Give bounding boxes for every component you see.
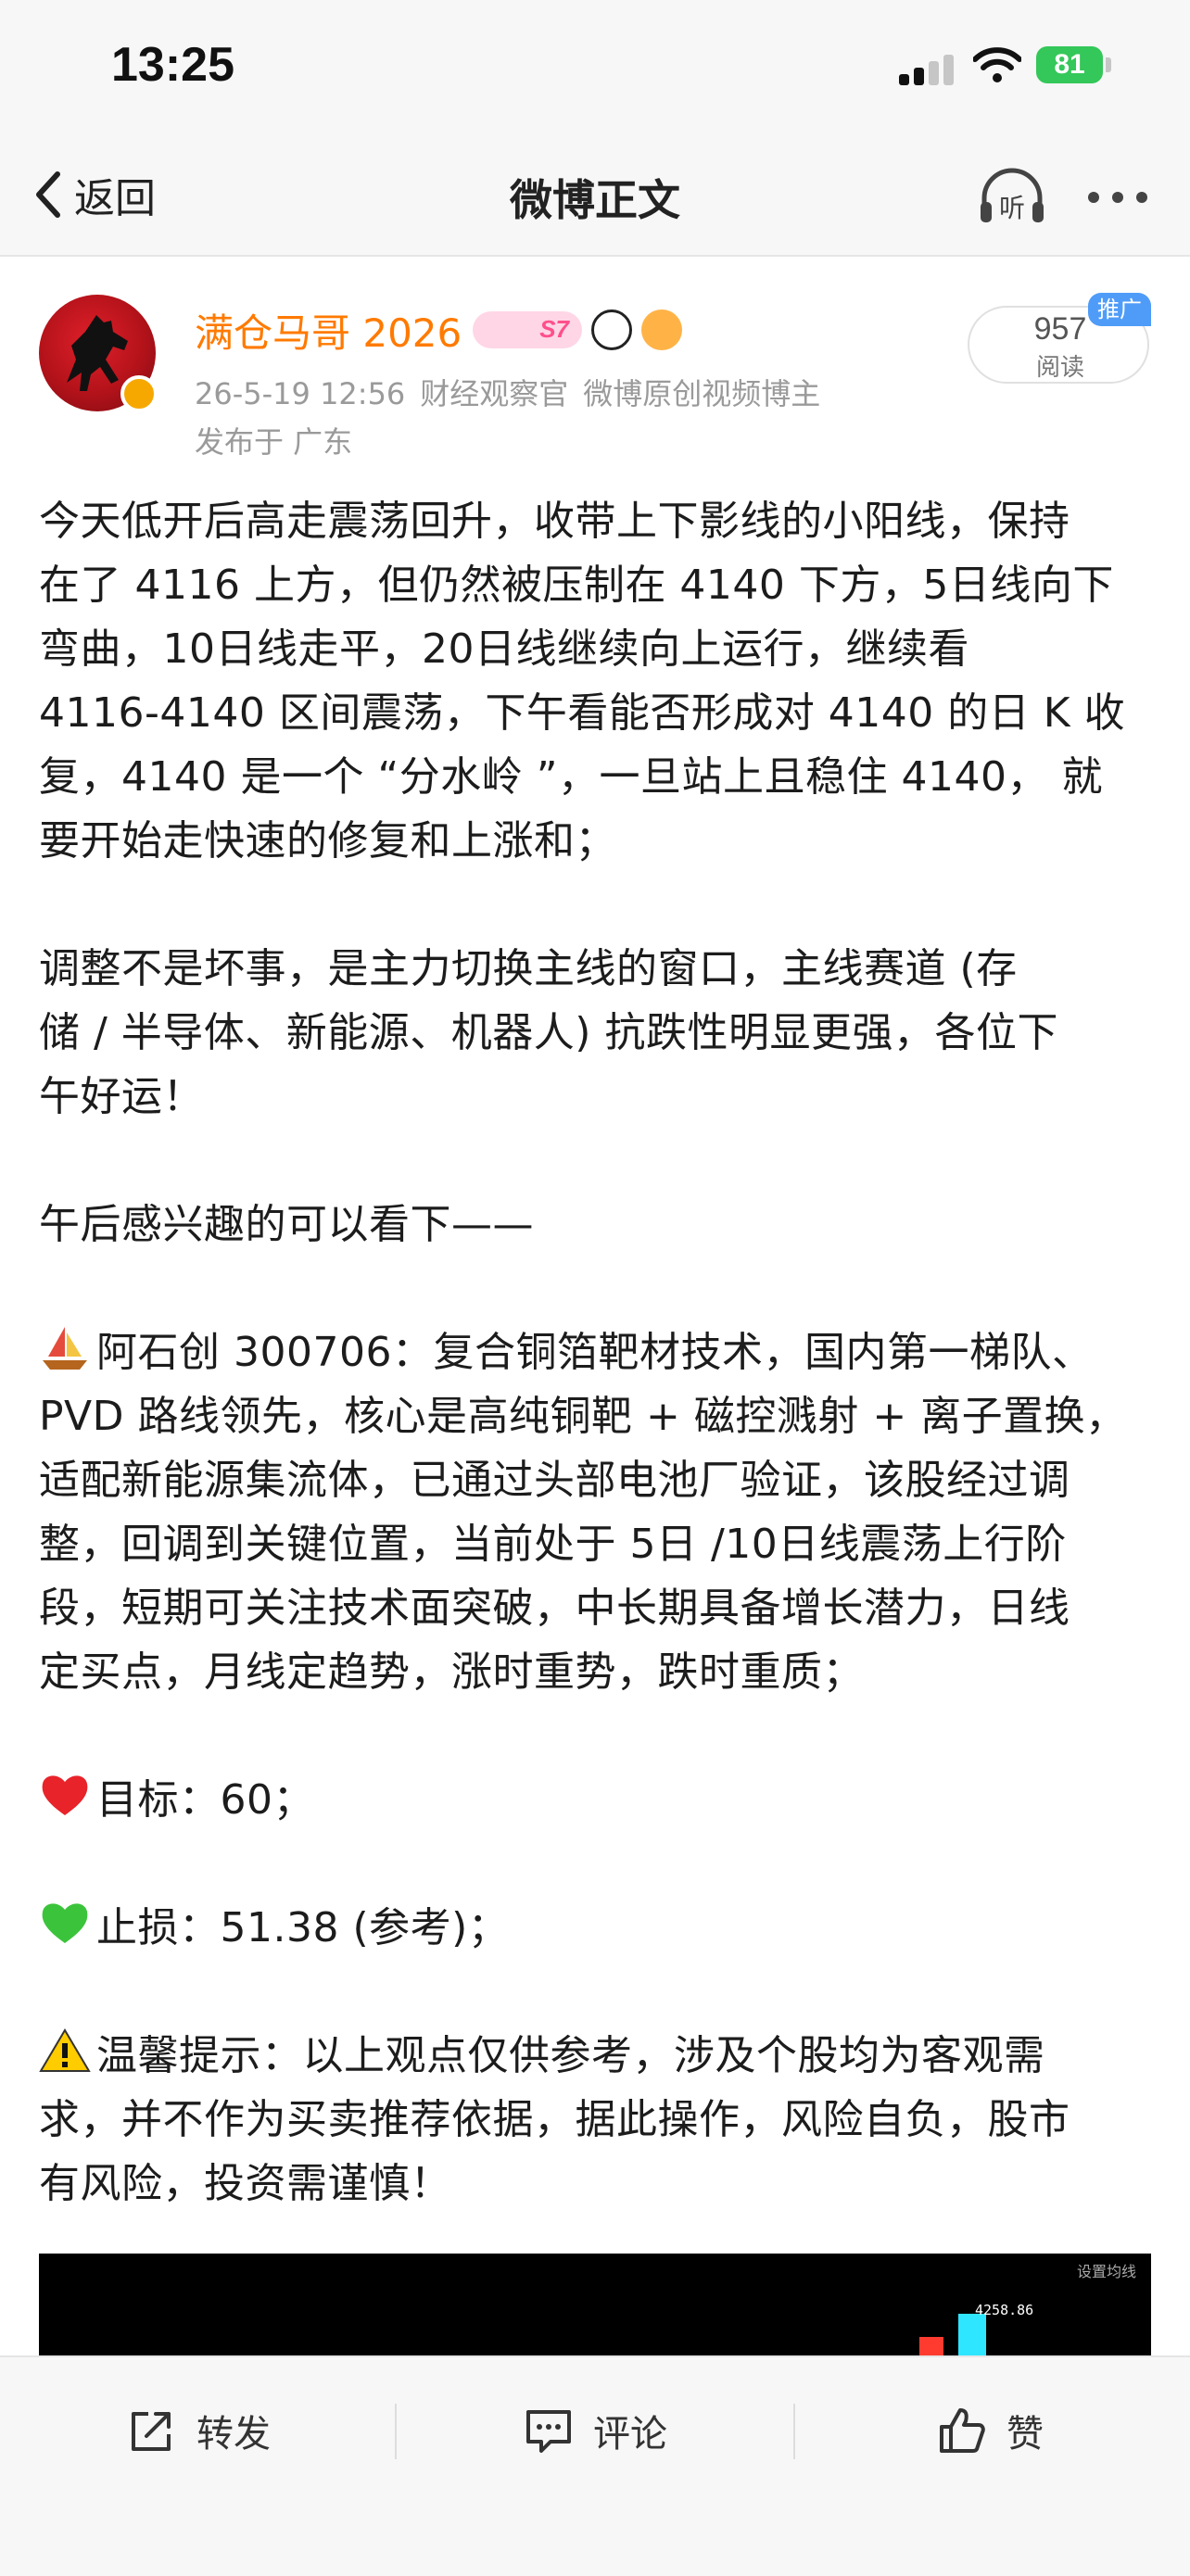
status-bar: 13:25 81 bbox=[0, 0, 1190, 139]
repost-label: 转发 bbox=[196, 2413, 271, 2456]
share-icon bbox=[132, 2412, 171, 2451]
body-line: 求，并不作为买卖推荐依据，据此操作，风险自负，股市 bbox=[39, 2096, 1070, 2143]
nav-bar: 返回 微博正文 听 bbox=[0, 139, 1190, 257]
headphones-icon[interactable]: 听 bbox=[975, 165, 1049, 230]
level-badge: S7 bbox=[473, 311, 582, 348]
body-line: 要开始走快速的修复和上涨和； bbox=[39, 817, 616, 865]
more-icon-dot bbox=[1112, 192, 1123, 203]
candle-cyan bbox=[958, 2314, 986, 2355]
stock-line: 阿石创 300706：复合铜箔靶材技术，国内第一梯队、 bbox=[96, 1329, 1094, 1376]
comment-label: 评论 bbox=[593, 2413, 667, 2456]
like-button[interactable]: 赞 bbox=[936, 2398, 1044, 2463]
bottom-toolbar: 转发 评论 赞 bbox=[0, 2355, 1190, 2576]
status-time: 13:25 bbox=[111, 38, 234, 92]
warning-icon bbox=[39, 2028, 91, 2072]
author-tag: 微博原创视频博主 bbox=[583, 376, 821, 411]
more-icon-dot bbox=[1136, 192, 1147, 203]
body-line: 适配新能源集流体，已通过头部电池厂验证，该股经过调 bbox=[39, 1457, 1070, 1504]
battery-icon: 81 bbox=[1036, 46, 1103, 83]
target-line: 目标：60； bbox=[96, 1776, 314, 1824]
user-badges[interactable]: S7 bbox=[473, 308, 682, 352]
sailboat-icon bbox=[43, 1327, 87, 1370]
fish-badge-icon bbox=[641, 309, 682, 350]
panda-badge-icon bbox=[591, 309, 632, 350]
like-label: 赞 bbox=[1006, 2413, 1044, 2456]
body-line: 目标：60； bbox=[39, 1768, 1151, 1832]
body-line: 午后感兴趣的可以看下—— bbox=[39, 1201, 534, 1248]
stop-loss-line: 止损：51.38 (参考)； bbox=[96, 1904, 510, 1951]
post-image[interactable]: 设置均线 4258.86 bbox=[39, 2254, 1151, 2355]
post-timestamp: 26-5-19 12:56 bbox=[195, 376, 406, 411]
comment-button[interactable]: 评论 bbox=[523, 2398, 667, 2463]
wifi-icon bbox=[973, 47, 1021, 82]
level-badge-label: S7 bbox=[539, 315, 569, 343]
body-line: 午好运！ bbox=[39, 1073, 204, 1120]
green-heart-icon bbox=[42, 1903, 88, 1943]
body-line: 定买点，月线定趋势，涨时重势，跌时重质； bbox=[39, 1648, 864, 1696]
author-name[interactable]: 满仓马哥 2026 bbox=[195, 302, 462, 359]
post-body: 今天低开后高走震荡回升，收带上下影线的小阳线，保持 在了 4116 上方，但仍然… bbox=[39, 489, 1151, 2216]
promo-tag[interactable]: 推广 bbox=[1088, 293, 1151, 326]
read-label: 阅读 bbox=[1035, 354, 1084, 382]
tip-line: 温馨提示：以上观点仅供参考，涉及个股均为客观需 bbox=[96, 2032, 1045, 2079]
body-line: 调整不是坏事，是主力切换主线的窗口，主线赛道 (存 bbox=[39, 945, 1018, 992]
body-line: 温馨提示：以上观点仅供参考，涉及个股均为客观需 bbox=[39, 2024, 1151, 2088]
repost-button[interactable]: 转发 bbox=[126, 2398, 271, 2463]
body-line: 有风险，投资需谨慎！ bbox=[39, 2160, 451, 2207]
toolbar-divider bbox=[395, 2404, 397, 2459]
body-line: 在了 4116 上方，但仍然被压制在 4140 下方，5日线向下 bbox=[39, 562, 1114, 609]
body-line: 弯曲，10日线走平，20日线继续向上运行，继续看 bbox=[39, 625, 969, 673]
body-line: 阿石创 300706：复合铜箔靶材技术，国内第一梯队、 bbox=[39, 1320, 1151, 1384]
chart-price-label: 4258.86 bbox=[975, 2302, 1034, 2318]
post-meta: 26-5-19 12:56 财经观察官 微博原创视频博主 bbox=[195, 371, 835, 413]
body-line: 止损：51.38 (参考)； bbox=[39, 1896, 1151, 1960]
body-line: 储 / 半导体、新能源、机器人) 抗跌性明显更强，各位下 bbox=[39, 1009, 1058, 1056]
thumbs-up-icon bbox=[940, 2408, 985, 2453]
more-icon bbox=[1088, 192, 1099, 203]
verified-badge-icon bbox=[120, 375, 158, 412]
post-location: 发布于 广东 bbox=[195, 424, 353, 460]
candle-red bbox=[919, 2337, 943, 2355]
more-button[interactable] bbox=[1084, 183, 1153, 211]
listen-label: 听 bbox=[999, 193, 1025, 223]
post-source: 财经观察官 bbox=[420, 376, 569, 411]
body-line: 今天低开后高走震荡回升，收带上下影线的小阳线，保持 bbox=[39, 498, 1070, 545]
signal-icon bbox=[899, 54, 955, 85]
body-line: 复，4140 是一个 “分水岭 ”，一旦站上且稳住 4140， 就 bbox=[39, 753, 1103, 801]
toolbar-divider bbox=[793, 2404, 795, 2459]
red-heart-icon bbox=[42, 1775, 88, 1815]
body-line: 整，回调到关键位置，当前处于 5日 /10日线震荡上行阶 bbox=[39, 1521, 1067, 1568]
battery-tip bbox=[1106, 57, 1111, 72]
body-line: 段，短期可关注技术面突破，中长期具备增长潜力，日线 bbox=[39, 1585, 1070, 1632]
chart-hint: 设置均线 bbox=[1076, 2263, 1136, 2280]
comment-icon bbox=[526, 2410, 571, 2453]
body-line: 4116-4140 区间震荡，下午看能否形成对 4140 的日 K 收 bbox=[39, 689, 1126, 737]
body-line: PVD 路线领先，核心是高纯铜靶 + 磁控溅射 + 离子置换， bbox=[39, 1393, 1127, 1440]
